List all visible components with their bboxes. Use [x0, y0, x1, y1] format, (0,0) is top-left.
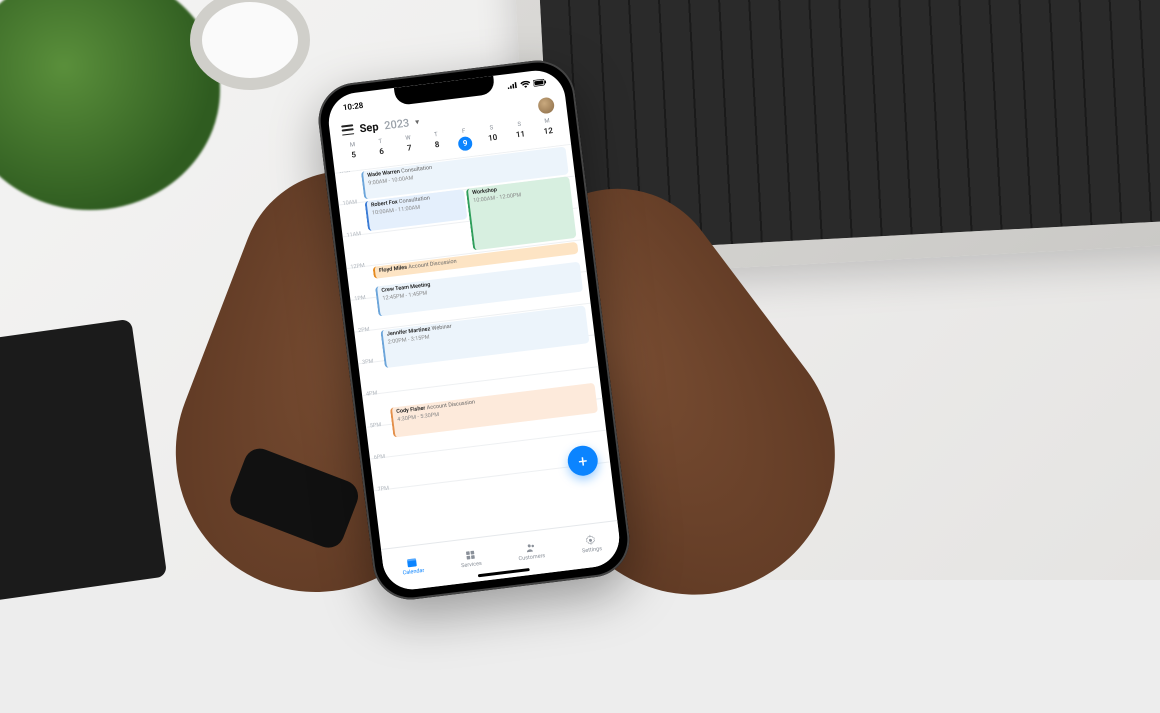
day-cell-active[interactable]: F9	[450, 124, 479, 154]
avatar[interactable]	[537, 97, 555, 115]
hour-label: 10AM	[342, 199, 357, 207]
hour-label: 1PM	[354, 295, 366, 302]
hour-label: 3PM	[362, 359, 374, 366]
day-cell[interactable]: M12	[534, 114, 563, 144]
phone-screen: 10:28 Sep 2023 ▾	[325, 67, 622, 592]
chevron-down-icon[interactable]: ▾	[415, 117, 420, 126]
day-cell[interactable]: M5	[339, 138, 368, 168]
background-plant	[0, 0, 220, 210]
customers-icon	[524, 541, 537, 554]
calendar-icon	[406, 556, 419, 569]
services-icon	[464, 548, 477, 561]
tab-calendar[interactable]: Calendar	[401, 555, 425, 577]
hour-label: 6PM	[374, 454, 386, 461]
header-year: 2023	[384, 116, 410, 132]
tab-customers[interactable]: Customers	[517, 540, 546, 562]
status-time: 10:28	[342, 100, 363, 111]
settings-icon	[584, 534, 597, 547]
day-cell[interactable]: W7	[395, 131, 424, 161]
timeline[interactable]: 9AM 10AM 11AM 12PM 1PM 2PM 3PM 4PM 5PM 6…	[335, 144, 617, 549]
battery-icon	[533, 78, 548, 89]
hour-label: 5PM	[370, 422, 382, 429]
wifi-icon	[520, 80, 531, 90]
event-workshop[interactable]: Workshop 10:00AM - 12:00PM	[466, 176, 577, 250]
hour-label: 2PM	[358, 327, 370, 334]
tab-services[interactable]: Services	[459, 548, 482, 569]
day-cell[interactable]: S11	[506, 117, 535, 147]
day-cell[interactable]: T8	[422, 128, 451, 158]
tab-settings[interactable]: Settings	[580, 533, 602, 554]
status-icons	[507, 78, 548, 92]
hour-label: 7PM	[377, 486, 389, 493]
background-notebook	[0, 319, 167, 602]
hour-label: 11AM	[346, 231, 361, 239]
day-cell[interactable]: T6	[367, 134, 396, 164]
day-cell[interactable]: S10	[478, 121, 507, 151]
plus-icon: +	[577, 451, 588, 471]
header-month[interactable]: Sep	[359, 120, 379, 135]
background-mug	[190, 0, 310, 90]
hour-label: 12PM	[350, 263, 365, 271]
signal-icon	[507, 81, 518, 91]
hour-label: 4PM	[366, 390, 378, 397]
menu-icon[interactable]	[341, 124, 354, 135]
